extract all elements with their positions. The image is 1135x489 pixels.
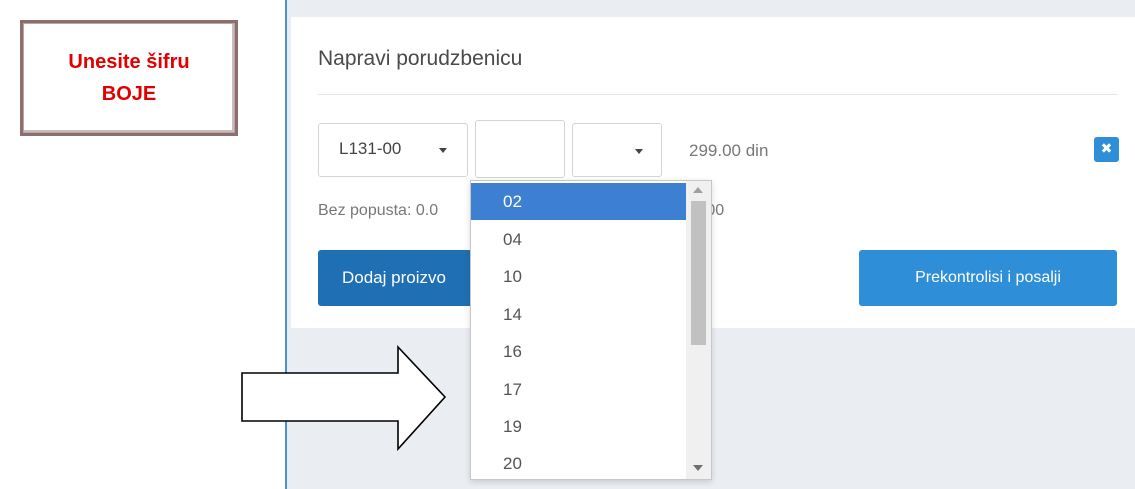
remove-row-button[interactable]: ✖ xyxy=(1094,137,1119,162)
annotation-callout: Unesite šifru BOJE xyxy=(20,20,238,136)
annotation-line-2: BOJE xyxy=(101,83,157,105)
dropdown-option[interactable]: 19 xyxy=(471,408,686,445)
panel-title: Napravi porudzbenicu xyxy=(318,47,523,70)
color-code-input[interactable] xyxy=(475,120,565,178)
price-label: 299.00 din xyxy=(689,141,769,160)
annotation-line-1: Unesite šifru xyxy=(68,51,190,73)
product-code-select[interactable]: L131-00 xyxy=(318,123,468,177)
discount-label: Bez popusta: 0.0 xyxy=(318,202,439,219)
scroll-up-icon[interactable] xyxy=(693,187,703,193)
dropdown-option[interactable]: 10 xyxy=(471,258,686,295)
scroll-down-icon[interactable] xyxy=(693,465,703,471)
check-and-send-button[interactable]: Prekontrolisi i posalji xyxy=(859,250,1117,306)
dropdown-option[interactable]: 20 xyxy=(471,445,686,479)
product-code-value: L131-00 xyxy=(339,139,402,158)
panel-divider xyxy=(318,94,1118,95)
app-top-strip xyxy=(287,0,1135,8)
chevron-down-icon xyxy=(439,148,447,153)
shade-select[interactable] xyxy=(572,123,662,177)
add-product-button[interactable]: Dodaj proizvo xyxy=(318,250,488,306)
order-panel: Napravi porudzbenicu L131-00 299.00 din … xyxy=(291,17,1135,328)
close-icon: ✖ xyxy=(1100,141,1113,157)
color-code-dropdown[interactable]: 02 04 10 14 16 17 19 20 xyxy=(470,180,712,480)
dropdown-option[interactable]: 17 xyxy=(471,371,686,408)
annotation-callout-body: Unesite šifru BOJE xyxy=(23,23,235,133)
dropdown-option[interactable]: 02 xyxy=(471,183,686,220)
dropdown-scrollbar[interactable] xyxy=(686,181,711,479)
chevron-down-icon xyxy=(635,149,643,154)
scroll-thumb[interactable] xyxy=(691,201,706,345)
arrow-right-icon xyxy=(241,345,447,452)
dropdown-option[interactable]: 16 xyxy=(471,333,686,370)
dropdown-option[interactable]: 04 xyxy=(471,221,686,258)
dropdown-option[interactable]: 14 xyxy=(471,296,686,333)
